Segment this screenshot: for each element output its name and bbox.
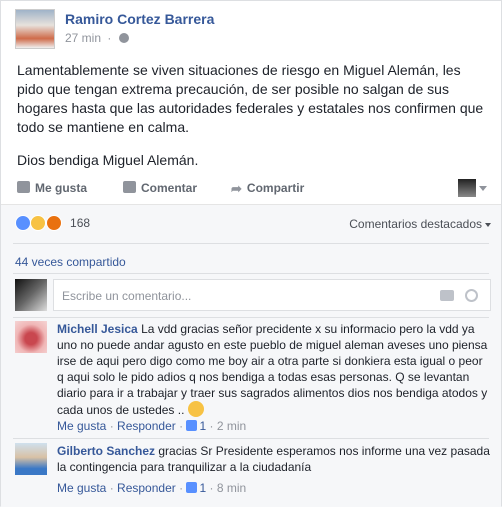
comment-time[interactable]: 8 min [217,481,246,495]
comment-text-block: Michell Jesica La vdd gracias señor prec… [57,321,491,418]
post-paragraph: Lamentablemente se viven situaciones de … [17,62,484,135]
comment-time[interactable]: 2 min [217,419,246,433]
post-meta: 27 min · [65,31,129,45]
post-time[interactable]: 27 min [65,31,101,45]
divider [13,438,489,439]
share-button[interactable]: ➦ Compartir [231,181,305,196]
post-card: Ramiro Cortez Barrera 27 min · Lamentabl… [0,0,502,507]
comment-footer: Me gusta · Responder · 1 · 8 min [57,481,247,495]
commenter-name[interactable]: Michell Jesica [57,322,138,336]
emoji-icon[interactable] [465,289,478,302]
author-name[interactable]: Ramiro Cortez Barrera [65,11,214,27]
sad-reaction-icon [30,215,47,231]
share-count[interactable]: 44 veces compartido [15,255,126,269]
thumbs-up-icon [17,181,30,193]
comment-like-link[interactable]: Me gusta [57,419,106,433]
current-user-avatar [15,279,47,311]
commenter-avatar[interactable] [15,443,47,475]
comment-like-link[interactable]: Me gusta [57,481,106,495]
angry-reaction-icon [45,215,62,231]
thumbs-up-icon [186,482,198,493]
divider [13,317,489,318]
post-body: Lamentablemente se viven situaciones de … [17,61,487,184]
viewer-selector[interactable] [458,179,487,197]
speech-bubble-icon [123,181,136,193]
like-button[interactable]: Me gusta [17,181,87,195]
comment-label: Comentar [141,181,198,195]
comment-sort-dropdown[interactable]: Comentarios destacados [349,217,491,231]
comment-like-count[interactable]: 1 [199,419,206,433]
divider [13,243,489,244]
divider [13,273,489,274]
comment-like-count[interactable]: 1 [199,481,206,495]
post-actions: Me gusta Comentar ➦ Compartir [1,177,501,201]
reaction-count: 168 [70,216,91,230]
like-label: Me gusta [35,181,88,195]
comment-body: La vdd gracias señor precidente x su inf… [57,322,488,417]
author-avatar[interactable] [15,9,55,49]
comment-footer: Me gusta · Responder · 1 · 2 min [57,419,247,433]
comment-reply-link[interactable]: Responder [117,419,176,433]
comment-text-block: Gilberto Sanchez gracias Sr Presidente e… [57,443,491,475]
comment-sort-label: Comentarios destacados [349,217,482,231]
social-section: 168 Comentarios destacados 44 veces comp… [1,204,501,507]
like-reaction-icon [15,215,31,231]
thumbs-up-icon [186,420,198,431]
camera-icon[interactable] [440,290,454,301]
globe-icon [118,33,129,43]
share-label: Compartir [246,181,305,195]
comment-reply-link[interactable]: Responder [117,481,176,495]
commenter-name[interactable]: Gilberto Sanchez [57,444,155,458]
post-paragraph: Dios bendiga Miguel Alemán. [17,152,199,168]
smiley-emoji-icon [187,401,204,417]
comment-placeholder: Escribe un comentario... [62,289,192,303]
reaction-summary[interactable]: 168 [15,215,90,231]
chevron-down-icon [485,222,491,227]
comment-input[interactable]: Escribe un comentario... [53,279,491,311]
commenter-avatar[interactable] [15,321,47,353]
comment-button[interactable]: Comentar [123,181,197,195]
chevron-down-icon [479,185,487,191]
viewer-avatar [458,179,476,197]
share-arrow-icon: ➦ [231,181,242,196]
